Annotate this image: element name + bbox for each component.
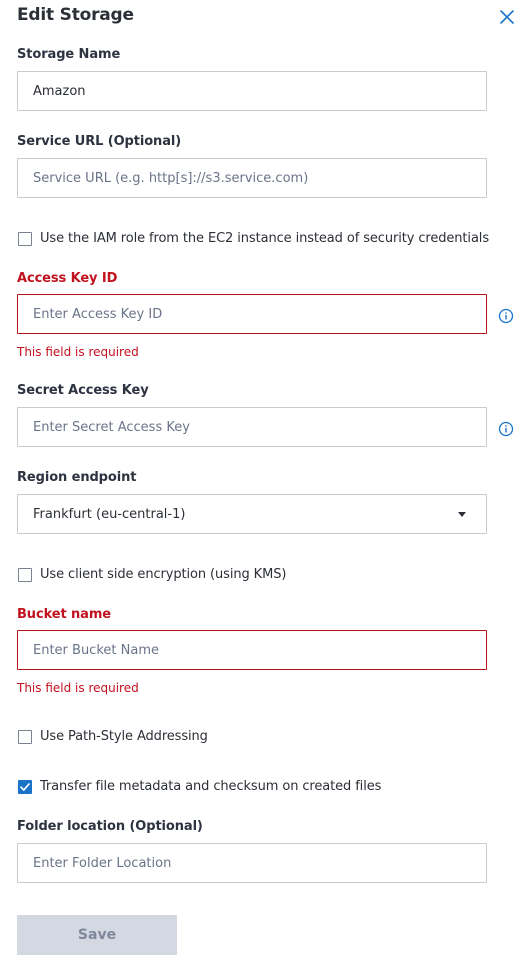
bucket-name-label: Bucket name [17,607,112,622]
access-key-label: Access Key ID [17,271,118,286]
secret-key-input[interactable] [17,407,487,447]
checkmark-icon [20,783,30,791]
metadata-checkbox[interactable] [18,780,32,794]
folder-location-label: Folder location (Optional) [17,819,203,834]
path-style-checkbox[interactable] [18,730,32,744]
storage-name-input[interactable] [17,71,487,111]
access-key-error: This field is required [17,345,139,359]
region-select[interactable]: Frankfurt (eu-central-1) [17,494,487,534]
service-url-input[interactable] [17,158,487,198]
close-icon[interactable] [498,8,516,26]
access-key-input[interactable] [17,294,487,334]
storage-name-label: Storage Name [17,47,121,62]
folder-location-input[interactable] [17,843,487,883]
metadata-label: Transfer file metadata and checksum on c… [40,779,382,794]
path-style-label: Use Path-Style Addressing [40,729,208,744]
info-icon[interactable] [498,308,514,324]
client-encryption-checkbox[interactable] [18,568,32,582]
bucket-name-error: This field is required [17,681,139,695]
region-value: Frankfurt (eu-central-1) [33,506,186,522]
info-icon[interactable] [498,421,514,437]
save-button[interactable]: Save [17,915,177,955]
service-url-label: Service URL (Optional) [17,134,182,149]
caret-down-icon [458,511,466,517]
bucket-name-input[interactable] [17,630,487,670]
iam-role-checkbox[interactable] [18,232,32,246]
client-encryption-label: Use client side encryption (using KMS) [40,567,287,582]
region-label: Region endpoint [17,470,137,485]
secret-key-label: Secret Access Key [17,383,149,398]
dialog-title: Edit Storage [17,5,134,25]
iam-role-label: Use the IAM role from the EC2 instance i… [40,231,489,246]
